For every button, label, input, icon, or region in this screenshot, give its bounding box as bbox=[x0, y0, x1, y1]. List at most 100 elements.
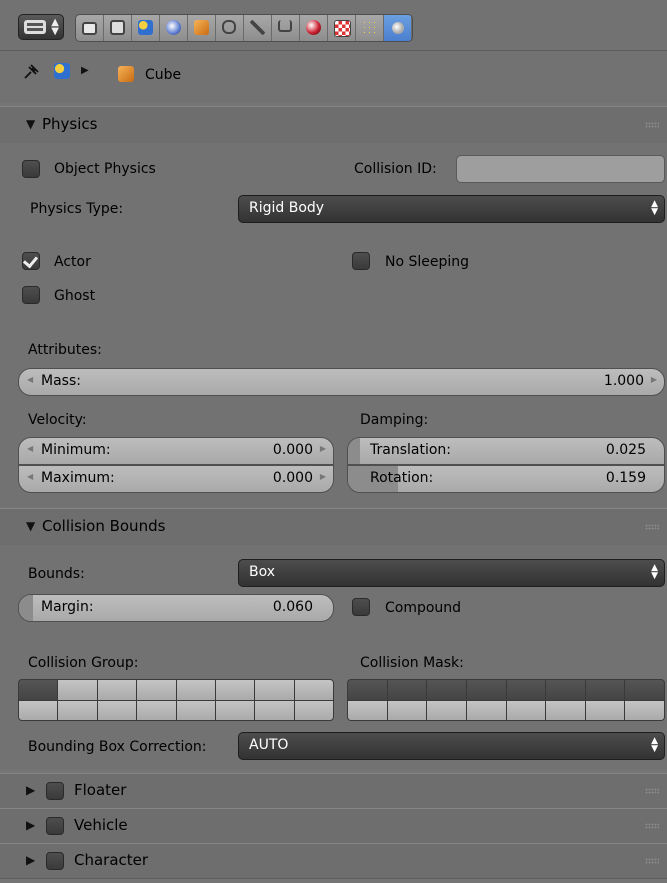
collision-group-cell[interactable] bbox=[255, 680, 294, 700]
collision-group-cell[interactable] bbox=[137, 700, 176, 720]
breadcrumb bbox=[0, 51, 667, 103]
tab-modifiers[interactable] bbox=[244, 15, 272, 41]
no-sleeping-label: No Sleeping bbox=[385, 254, 470, 270]
tab-texture[interactable] bbox=[328, 15, 356, 41]
collision-mask-cell[interactable] bbox=[585, 680, 625, 700]
collision-group-cell[interactable] bbox=[19, 680, 58, 700]
collision-mask-cell[interactable] bbox=[625, 680, 664, 700]
damping-rotation-slider[interactable]: Rotation: 0.159 bbox=[347, 465, 665, 493]
tab-constraints[interactable] bbox=[216, 15, 244, 41]
physics-icon bbox=[392, 22, 404, 34]
tab-object[interactable] bbox=[188, 15, 216, 41]
damping-translation-slider[interactable]: Translation: 0.025 bbox=[347, 437, 665, 465]
collision-group-cell[interactable] bbox=[255, 700, 294, 720]
bounding-box-correction-dropdown[interactable]: AUTO ▲ ▼ bbox=[238, 732, 665, 760]
collision-group-cell[interactable] bbox=[137, 680, 176, 700]
drag-grip-icon[interactable] bbox=[645, 858, 659, 864]
floater-checkbox[interactable] bbox=[46, 782, 64, 800]
collision-mask-cell[interactable] bbox=[506, 700, 546, 720]
physics-type-dropdown[interactable]: Rigid Body ▲ ▼ bbox=[238, 195, 665, 223]
collision-id-field[interactable] bbox=[456, 155, 665, 183]
character-panel-header[interactable]: ▶ Character bbox=[0, 843, 667, 879]
actor-checkbox[interactable] bbox=[22, 252, 40, 270]
collision-group-cell[interactable] bbox=[58, 700, 97, 720]
floater-panel-header[interactable]: ▶ Floater bbox=[0, 773, 667, 809]
object-icon bbox=[194, 20, 209, 35]
cube-icon bbox=[118, 66, 134, 82]
collision-group-cell[interactable] bbox=[215, 680, 255, 700]
collision-group-cell[interactable] bbox=[97, 680, 137, 700]
particles-icon bbox=[362, 20, 377, 35]
ghost-label: Ghost bbox=[54, 288, 96, 304]
velocity-minimum-field[interactable]: ◀ Minimum: 0.000 ▶ bbox=[18, 437, 334, 465]
expand-triangle-icon: ▶ bbox=[26, 783, 36, 797]
tab-render-layers[interactable] bbox=[104, 15, 132, 41]
collision-mask-cell[interactable] bbox=[466, 700, 506, 720]
scene-icon bbox=[54, 63, 70, 79]
collision-mask-cell[interactable] bbox=[506, 680, 546, 700]
compound-checkbox[interactable] bbox=[352, 598, 370, 616]
mass-field[interactable]: ◀ Mass: 1.000 ▶ bbox=[18, 368, 665, 396]
collision-mask-cell[interactable] bbox=[387, 680, 427, 700]
drag-grip-icon[interactable] bbox=[645, 122, 659, 128]
drag-grip-icon[interactable] bbox=[645, 524, 659, 530]
bounds-dropdown[interactable]: Box ▲ ▼ bbox=[238, 559, 665, 587]
tab-physics[interactable] bbox=[384, 15, 412, 41]
panel-title: Vehicle bbox=[74, 816, 128, 834]
increment-arrow-icon: ▶ bbox=[319, 444, 326, 453]
collision-mask-cell[interactable] bbox=[387, 700, 427, 720]
collision-mask-cell[interactable] bbox=[348, 700, 387, 720]
ghost-checkbox[interactable] bbox=[22, 286, 40, 304]
attributes-label: Attributes: bbox=[28, 342, 102, 358]
tab-world[interactable] bbox=[160, 15, 188, 41]
collision-mask-cell[interactable] bbox=[546, 680, 585, 700]
margin-slider[interactable]: Margin: 0.060 bbox=[18, 594, 334, 622]
panel-title: Physics bbox=[42, 115, 98, 133]
collision-mask-cell[interactable] bbox=[348, 680, 387, 700]
actor-label: Actor bbox=[54, 254, 91, 270]
context-tabs bbox=[75, 14, 413, 42]
updown-arrows-icon: ▲ ▼ bbox=[51, 17, 59, 37]
collision-mask-cell[interactable] bbox=[427, 680, 466, 700]
increment-arrow-icon: ▶ bbox=[650, 375, 657, 384]
collision-group-cell[interactable] bbox=[97, 700, 137, 720]
properties-editor: ▲ ▼ ▶ Cube ▼ Physics Object Physics Colli… bbox=[0, 0, 667, 883]
collision-group-cell[interactable] bbox=[19, 700, 58, 720]
decrement-arrow-icon: ◀ bbox=[27, 444, 34, 453]
drag-grip-icon[interactable] bbox=[645, 788, 659, 794]
drag-grip-icon[interactable] bbox=[645, 823, 659, 829]
collision-group-cell[interactable] bbox=[176, 700, 215, 720]
collision-mask-cell[interactable] bbox=[427, 700, 466, 720]
collision-group-cell[interactable] bbox=[294, 700, 333, 720]
collision-mask-cell[interactable] bbox=[546, 700, 585, 720]
physics-panel-header[interactable]: ▼ Physics bbox=[0, 106, 667, 144]
collision-group-cell[interactable] bbox=[294, 680, 333, 700]
no-sleeping-checkbox[interactable] bbox=[352, 252, 370, 270]
updown-arrows-icon: ▲ ▼ bbox=[651, 199, 658, 217]
character-checkbox[interactable] bbox=[46, 852, 64, 870]
collision-mask-cell[interactable] bbox=[625, 700, 664, 720]
damping-label: Damping: bbox=[360, 412, 429, 428]
object-physics-checkbox[interactable] bbox=[22, 160, 40, 178]
tab-material[interactable] bbox=[300, 15, 328, 41]
tab-data[interactable] bbox=[272, 15, 300, 41]
velocity-maximum-field[interactable]: ◀ Maximum: 0.000 ▶ bbox=[18, 465, 334, 493]
collision-group-cell[interactable] bbox=[176, 680, 215, 700]
properties-editor-icon bbox=[24, 20, 46, 34]
vehicle-panel-header[interactable]: ▶ Vehicle bbox=[0, 808, 667, 844]
tab-scene[interactable] bbox=[132, 15, 160, 41]
tab-particles[interactable] bbox=[356, 15, 384, 41]
collision-bounds-panel-header[interactable]: ▼ Collision Bounds bbox=[0, 508, 667, 546]
collision-mask-grid bbox=[347, 679, 665, 721]
editor-type-menu[interactable]: ▲ ▼ bbox=[18, 14, 64, 40]
collision-group-cell[interactable] bbox=[215, 700, 255, 720]
properties-header: ▲ ▼ bbox=[0, 0, 667, 51]
decrement-arrow-icon: ◀ bbox=[27, 472, 34, 481]
physics-type-label: Physics Type: bbox=[30, 201, 124, 217]
collision-mask-cell[interactable] bbox=[585, 700, 625, 720]
collision-group-cell[interactable] bbox=[58, 680, 97, 700]
vehicle-checkbox[interactable] bbox=[46, 817, 64, 835]
collision-mask-cell[interactable] bbox=[466, 680, 506, 700]
tab-render[interactable] bbox=[76, 15, 104, 41]
pin-icon[interactable] bbox=[22, 63, 40, 81]
